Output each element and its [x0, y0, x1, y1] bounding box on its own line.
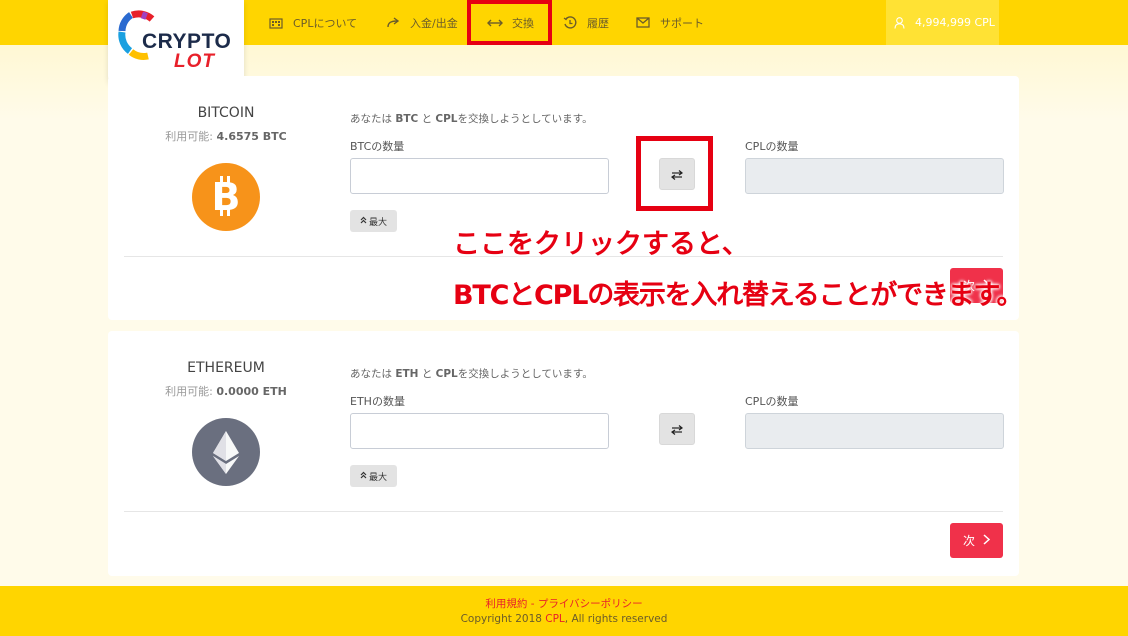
nav-support[interactable]: サポート	[635, 0, 704, 45]
desc-text: あなたは	[350, 368, 392, 380]
cpl-amount-label: CPLの数量	[745, 395, 799, 408]
available-balance: 利用可能: 4.6575 BTC	[108, 128, 344, 144]
chevron-right-icon	[983, 533, 991, 548]
copyright-text: , All rights reserved	[564, 613, 668, 625]
nav-label: サポート	[660, 16, 704, 30]
user-icon	[894, 16, 905, 29]
nav-deposit-withdraw[interactable]: 入金/出金	[385, 0, 458, 45]
ethereum-icon	[192, 418, 260, 486]
copyright-text: Copyright 2018	[460, 613, 546, 625]
cpl-amount-input	[745, 413, 1004, 449]
max-label: 最大	[368, 472, 387, 483]
swap-button[interactable]	[659, 413, 695, 445]
annotation-line-2: BTCとCPLの表示を入れ替えることができます。	[453, 280, 1024, 311]
nav-about-cpl[interactable]: CPLについて	[268, 0, 357, 45]
redo-arrow-icon	[385, 15, 401, 31]
card-divider	[124, 511, 1003, 512]
coin-title: ETHEREUM	[187, 360, 265, 376]
eth-amount-input[interactable]	[350, 413, 609, 449]
btc-amount-label: BTCの数量	[350, 140, 405, 153]
btc-amount-input[interactable]	[350, 158, 609, 194]
cpl-amount-input	[745, 158, 1004, 194]
copyright: Copyright 2018 CPL, All rights reserved	[0, 613, 1128, 625]
exchange-highlight-box	[467, 0, 552, 45]
double-chevron-up-icon	[360, 471, 367, 482]
desc-cpl: CPL	[435, 368, 458, 380]
terms-link[interactable]: 利用規約	[485, 598, 527, 610]
exchange-description: あなたは ETH と CPLを交換しようとしています。	[350, 366, 593, 381]
desc-text: と	[421, 368, 433, 380]
nav-label: 履歴	[587, 16, 609, 30]
desc-coin: ETH	[395, 368, 419, 380]
copyright-brand-link[interactable]: CPL	[545, 613, 565, 625]
footer: 利用規約 - プライバシーポリシー Copyright 2018 CPL, Al…	[0, 586, 1128, 636]
max-label: 最大	[368, 217, 387, 228]
eth-amount-label: ETHの数量	[350, 395, 405, 408]
available-value: 4.6575 BTC	[216, 130, 287, 143]
swap-highlight-box	[636, 136, 713, 211]
available-balance: 利用可能: 0.0000 ETH	[108, 383, 344, 399]
next-button[interactable]: 次	[950, 523, 1003, 558]
desc-text: を交換しようとしています。	[457, 368, 593, 380]
desc-coin: BTC	[395, 113, 419, 125]
svg-text:B: B	[212, 175, 241, 219]
double-chevron-up-icon	[360, 216, 367, 227]
max-button[interactable]: 最大	[350, 465, 397, 487]
crypto-lot-logo[interactable]: CRYPTO LOT	[108, 0, 244, 84]
footer-separator: -	[527, 598, 538, 610]
footer-links: 利用規約 - プライバシーポリシー	[0, 596, 1128, 611]
cpl-amount-label: CPLの数量	[745, 140, 799, 153]
balance-value: 4,994,999 CPL	[915, 16, 995, 29]
balance-display[interactable]: 4,994,999 CPL	[886, 0, 999, 45]
bitcoin-icon: B	[192, 163, 260, 231]
mail-icon	[635, 15, 651, 31]
logo-text-lot: LOT	[174, 51, 215, 72]
desc-cpl: CPL	[435, 113, 458, 125]
desc-text: を交換しようとしています。	[457, 113, 593, 125]
building-icon	[268, 15, 284, 31]
nav-history[interactable]: 履歴	[562, 0, 609, 45]
privacy-link[interactable]: プライバシーポリシー	[538, 598, 643, 610]
desc-text: と	[421, 113, 433, 125]
annotation-line-1: ここをクリックすると、	[453, 229, 749, 260]
available-label: 利用可能:	[165, 385, 213, 398]
nav-label: 入金/出金	[410, 16, 458, 30]
next-label: 次	[962, 534, 975, 548]
available-label: 利用可能:	[165, 130, 213, 143]
max-button[interactable]: 最大	[350, 210, 397, 232]
swap-arrows-icon	[670, 420, 684, 439]
desc-text: あなたは	[350, 113, 392, 125]
exchange-description: あなたは BTC と CPLを交換しようとしています。	[350, 111, 593, 126]
coin-title: BITCOIN	[197, 105, 255, 121]
history-icon	[562, 15, 578, 31]
nav-label: CPLについて	[293, 16, 358, 30]
available-value: 0.0000 ETH	[216, 385, 287, 398]
ethereum-exchange-card: ETHEREUM 利用可能: 0.0000 ETH あなたは ETH と CPL…	[108, 331, 1019, 576]
